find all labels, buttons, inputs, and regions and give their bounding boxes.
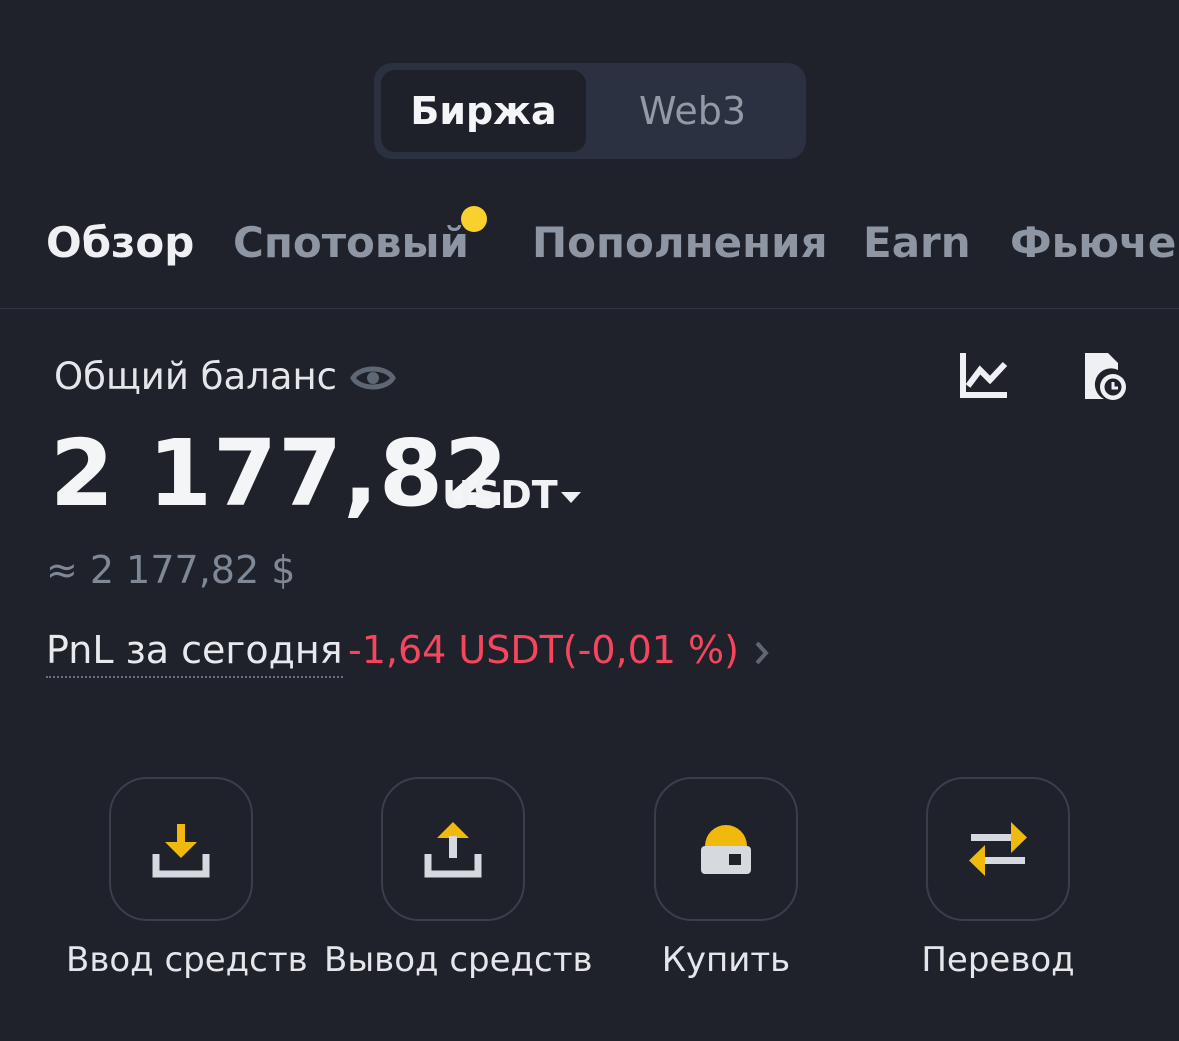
currency-selector[interactable]: USDT bbox=[442, 473, 558, 517]
transfer-button[interactable] bbox=[926, 777, 1070, 921]
eye-icon[interactable] bbox=[350, 360, 396, 396]
deposit-icon bbox=[152, 824, 210, 878]
pnl-today-value: -1,64 USDT(-0,01 %) bbox=[348, 628, 739, 672]
history-icon[interactable] bbox=[1082, 350, 1128, 402]
wallet-overview-screen: Биржа Web3 Обзор Спотовый Пополнения Ear… bbox=[0, 0, 1179, 1041]
transfer-label: Перевод bbox=[921, 940, 1075, 980]
total-balance-label: Общий баланс bbox=[54, 355, 337, 398]
caret-down-icon[interactable] bbox=[559, 489, 583, 505]
wallet-tabs: Обзор Спотовый Пополнения Earn Фьючерсы bbox=[0, 200, 1179, 309]
tab-futures[interactable]: Фьючерсы bbox=[1010, 218, 1179, 267]
withdraw-button[interactable] bbox=[381, 777, 525, 921]
buy-label: Купить bbox=[661, 940, 791, 980]
buy-icon bbox=[701, 825, 751, 874]
pnl-today-label[interactable]: PnL за сегодня bbox=[46, 628, 343, 678]
notification-dot bbox=[461, 206, 487, 232]
withdraw-label: Вывод средств bbox=[324, 940, 593, 980]
transfer-icon bbox=[969, 822, 1027, 876]
tab-deposits[interactable]: Пополнения bbox=[532, 218, 828, 267]
segment-exchange[interactable]: Биржа bbox=[381, 70, 586, 152]
chevron-right-icon[interactable] bbox=[752, 638, 772, 668]
segment-web3[interactable]: Web3 bbox=[586, 70, 799, 152]
deposit-button[interactable] bbox=[109, 777, 253, 921]
withdraw-icon bbox=[424, 822, 482, 878]
account-type-switch: Биржа Web3 bbox=[374, 63, 806, 159]
tab-spot[interactable]: Спотовый bbox=[233, 218, 469, 267]
balance-amount: 2 177,82 bbox=[50, 420, 510, 527]
tab-overview[interactable]: Обзор bbox=[46, 218, 194, 267]
chart-icon[interactable] bbox=[958, 350, 1010, 400]
tab-earn[interactable]: Earn bbox=[863, 218, 971, 267]
balance-approx-usd: ≈ 2 177,82 $ bbox=[46, 548, 296, 592]
buy-button[interactable] bbox=[654, 777, 798, 921]
deposit-label: Ввод средств bbox=[66, 940, 308, 980]
